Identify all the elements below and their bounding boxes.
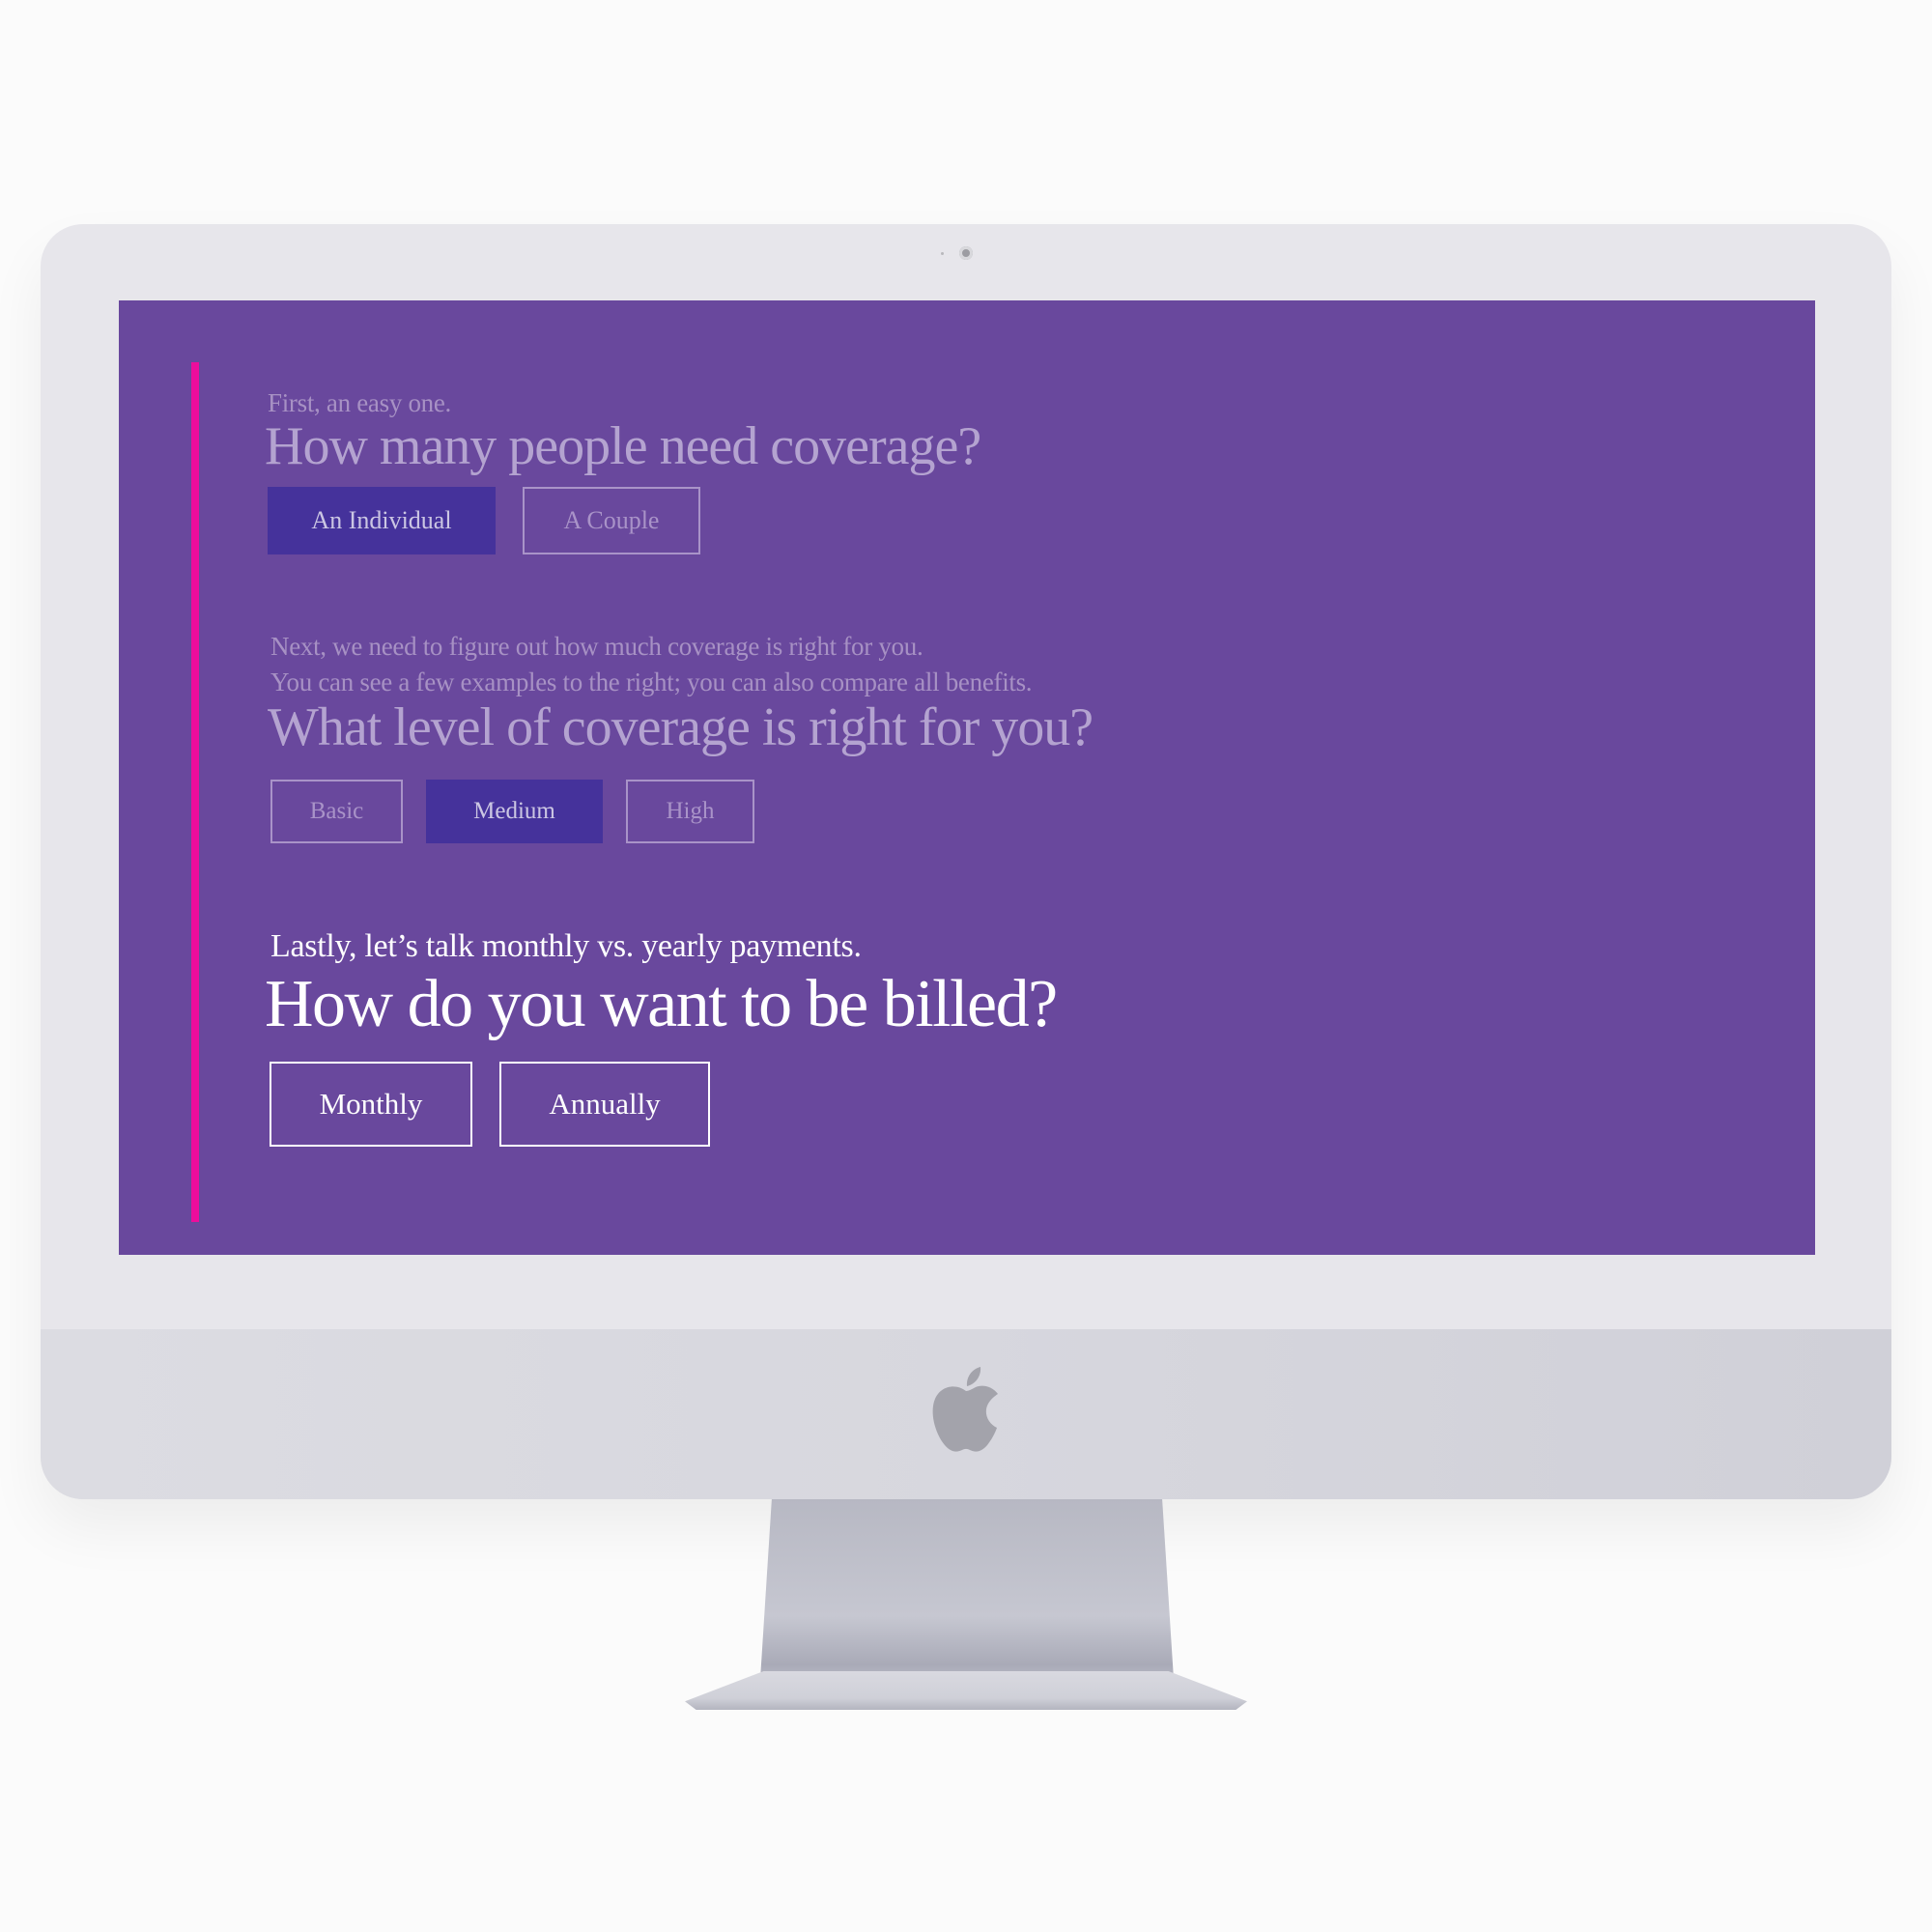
apple-logo-icon [932, 1367, 998, 1452]
option-medium-button[interactable]: Medium [426, 780, 603, 844]
question-title: How many people need coverage? [265, 416, 981, 476]
option-individual-button[interactable]: An Individual [268, 487, 496, 555]
stand-foot [685, 1671, 1247, 1710]
question-coverage-people: First, an easy one. How many people need… [265, 385, 1776, 555]
stand-neck [759, 1499, 1175, 1694]
question-intro-line-2: You can see a few examples to the right;… [270, 668, 1033, 696]
option-group: Basic Medium High [268, 780, 1776, 844]
option-group: Monthly Annually [268, 1061, 1776, 1147]
option-group: An Individual A Couple [268, 487, 1776, 555]
question-intro: Lastly, let’s talk monthly vs. yearly pa… [270, 928, 862, 964]
progress-rail [191, 362, 199, 1222]
question-title: What level of coverage is right for you? [268, 697, 1094, 757]
question-intro-line-1: Next, we need to figure out how much cov… [270, 632, 923, 661]
question-billing: Lastly, let’s talk monthly vs. yearly pa… [265, 928, 1776, 1147]
imac-device: First, an easy one. How many people need… [0, 0, 1932, 1932]
camera-icon [959, 246, 973, 260]
light-sensor-icon [941, 252, 944, 255]
option-annually-button[interactable]: Annually [499, 1061, 710, 1147]
option-basic-button[interactable]: Basic [270, 780, 403, 844]
screen: First, an easy one. How many people need… [119, 300, 1815, 1255]
question-title: How do you want to be billed? [265, 967, 1058, 1041]
option-monthly-button[interactable]: Monthly [270, 1061, 472, 1147]
option-high-button[interactable]: High [626, 780, 754, 844]
option-couple-button[interactable]: A Couple [523, 487, 700, 555]
question-coverage-level: Next, we need to figure out how much cov… [268, 629, 1776, 844]
